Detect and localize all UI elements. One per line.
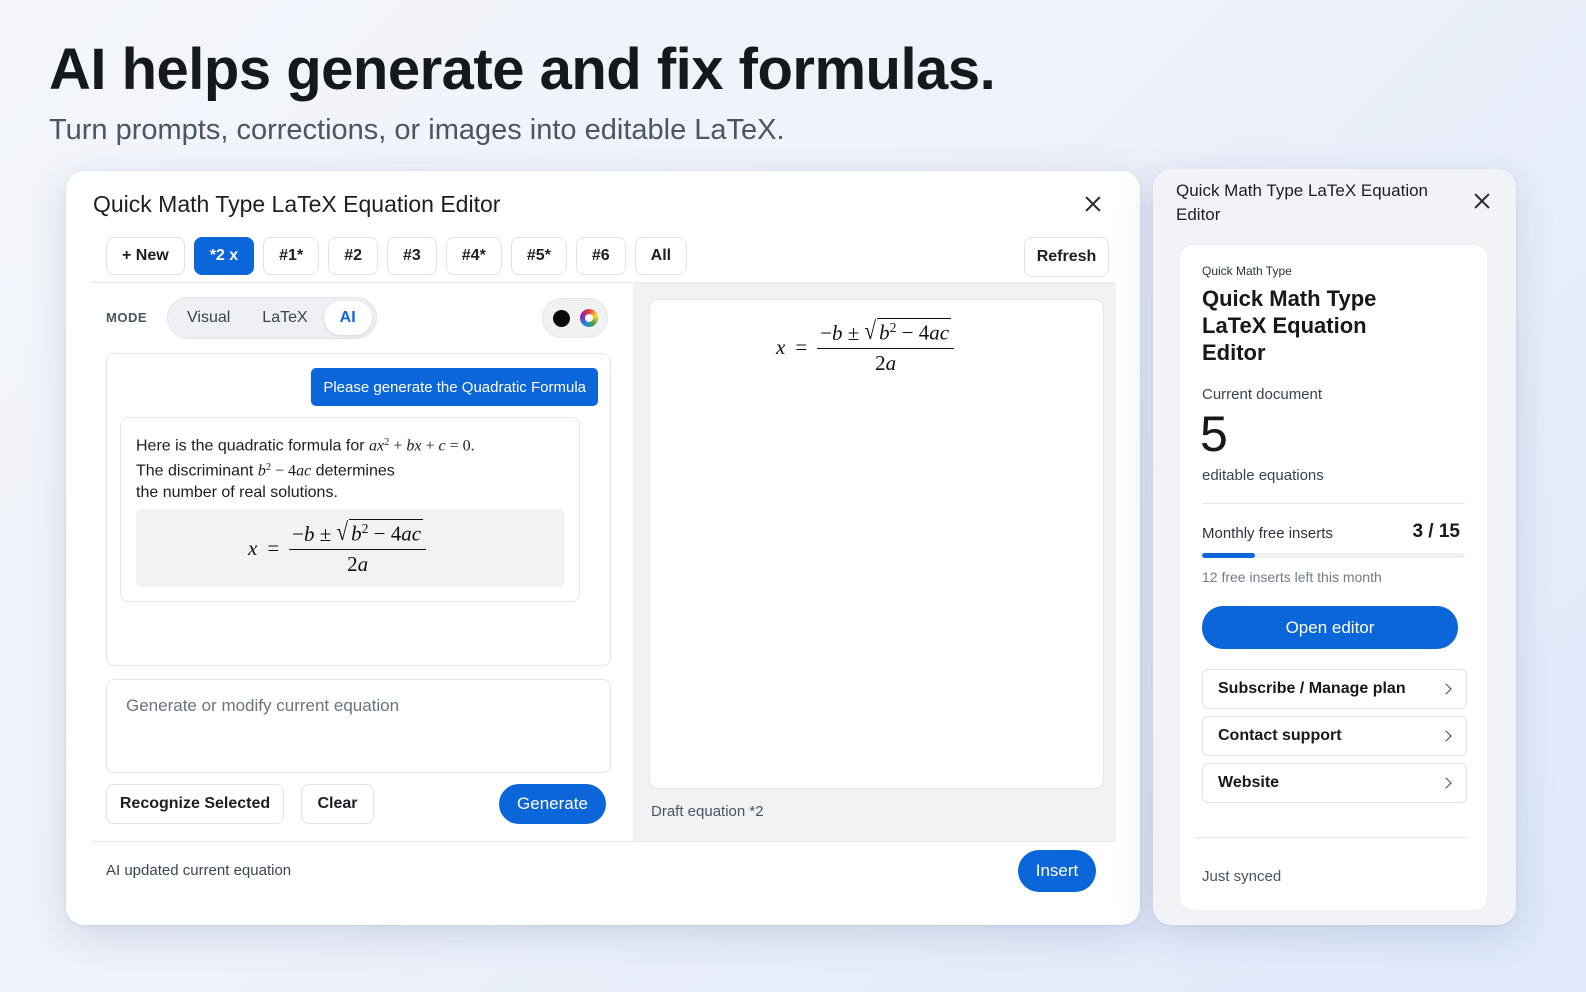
- tab-6[interactable]: #6: [575, 237, 626, 275]
- side-panel-title: Quick Math Type LaTeX Equation Editor: [1176, 181, 1429, 224]
- mode-label: MODE: [106, 310, 147, 325]
- preview-formula: x = − b ± √ b2 − 4ac 2a: [776, 316, 955, 376]
- mode-ai[interactable]: AI: [323, 301, 372, 335]
- brand-label: Quick Math Type: [1202, 264, 1292, 278]
- tab-2-active[interactable]: *2 x: [193, 237, 255, 275]
- tab-2[interactable]: #2: [328, 237, 378, 275]
- status-message: AI updated current equation: [106, 862, 292, 879]
- brand-title: Quick Math Type LaTeX Equation Editor: [1202, 286, 1377, 365]
- mode-visual[interactable]: Visual: [171, 301, 246, 335]
- ai-chat-panel: Please generate the Quadratic Formula He…: [106, 353, 611, 666]
- subscribe-link[interactable]: Subscribe / Manage plan: [1202, 669, 1467, 709]
- formula-preview-box: x = − b ± √ b2 − 4ac 2a: [136, 509, 565, 587]
- close-icon[interactable]: [1081, 192, 1105, 216]
- equation-count-label: editable equations: [1202, 467, 1324, 484]
- black-color-swatch[interactable]: [552, 309, 570, 327]
- current-document-label: Current document: [1202, 386, 1323, 403]
- draft-caption: Draft equation *2: [651, 803, 764, 820]
- equation-editor-dialog: Quick Math Type LaTeX Equation Editor + …: [66, 171, 1140, 925]
- mode-latex[interactable]: LaTeX: [246, 301, 323, 335]
- chevron-right-icon: [1440, 777, 1452, 789]
- chevron-right-icon: [1440, 683, 1452, 695]
- tab-3[interactable]: #3: [386, 237, 437, 275]
- footer-divider: [91, 841, 1115, 842]
- tab-4[interactable]: #4*: [445, 237, 502, 275]
- footer-divider: [1195, 837, 1467, 838]
- inserts-progress-bar: [1202, 553, 1465, 558]
- tab-all[interactable]: All: [634, 237, 688, 275]
- inserts-progress-fill: [1202, 553, 1255, 558]
- website-link[interactable]: Website: [1202, 763, 1467, 803]
- refresh-button[interactable]: Refresh: [1024, 237, 1109, 277]
- chevron-right-icon: [1440, 730, 1452, 742]
- insert-button[interactable]: Insert: [1018, 850, 1096, 892]
- sync-status: Just synced: [1202, 868, 1282, 885]
- user-message: Please generate the Quadratic Formula: [311, 368, 598, 406]
- color-picker: [542, 298, 608, 338]
- ai-response: Here is the quadratic formula for ax2 + …: [120, 417, 580, 602]
- hero-title: AI helps generate and fix formulas.: [49, 37, 996, 102]
- monthly-inserts-label: Monthly free inserts: [1202, 525, 1333, 542]
- section-divider: [1202, 503, 1465, 504]
- tab-5[interactable]: #5*: [510, 237, 567, 275]
- tab-1[interactable]: #1*: [263, 237, 320, 275]
- dialog-title: Quick Math Type LaTeX Equation Editor: [93, 191, 501, 217]
- equation-count: 5: [1200, 406, 1228, 462]
- tab-new[interactable]: + New: [106, 237, 185, 275]
- equation-tabs: + New *2 x #1* #2 #3 #4* #5* #6 All: [106, 237, 688, 275]
- contact-support-link[interactable]: Contact support: [1202, 716, 1467, 756]
- color-wheel-icon[interactable]: [579, 309, 598, 327]
- ai-response-text: Here is the quadratic formula for ax2 + …: [136, 437, 475, 502]
- account-card: Quick Math Type Quick Math Type LaTeX Eq…: [1179, 244, 1488, 911]
- recognize-selected-button[interactable]: Recognize Selected: [106, 784, 284, 824]
- equation-preview: x = − b ± √ b2 − 4ac 2a: [649, 299, 1104, 789]
- inserts-remaining: 12 free inserts left this month: [1202, 569, 1382, 585]
- monthly-inserts-count: 3 / 15: [1412, 521, 1460, 542]
- quadratic-formula: x = − b ± √ b2 − 4ac 2a: [248, 517, 427, 577]
- close-icon[interactable]: [1470, 189, 1494, 213]
- open-editor-button[interactable]: Open editor: [1202, 606, 1458, 649]
- mode-switcher: Visual LaTeX AI: [167, 297, 377, 339]
- side-panel: Quick Math Type LaTeX Equation Editor Qu…: [1153, 169, 1516, 925]
- generate-button[interactable]: Generate: [499, 784, 606, 824]
- hero-subtitle: Turn prompts, corrections, or images int…: [49, 114, 785, 146]
- clear-button[interactable]: Clear: [301, 784, 374, 824]
- prompt-input[interactable]: [106, 679, 611, 773]
- preview-pane: x = − b ± √ b2 − 4ac 2a Draft equation *2: [633, 283, 1116, 842]
